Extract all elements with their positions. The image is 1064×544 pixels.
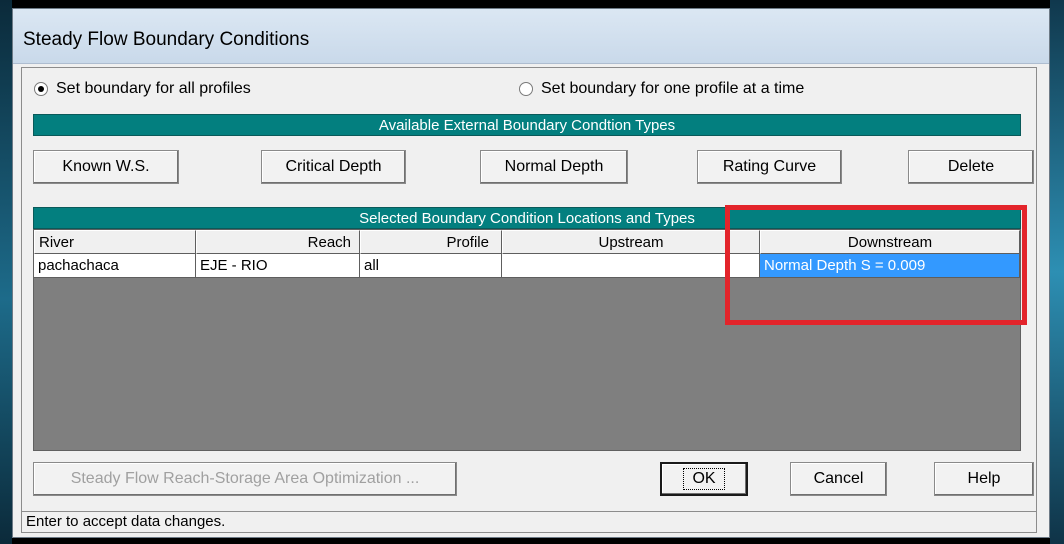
radio-all-profiles[interactable]: Set boundary for all profiles [34, 80, 251, 98]
ok-button[interactable]: OK [660, 462, 748, 496]
cancel-button[interactable]: Cancel [790, 462, 887, 496]
table-row[interactable]: pachachaca EJE - RIO all Normal Depth S … [34, 254, 1020, 278]
column-header-river[interactable]: River [34, 230, 196, 254]
window-title: Steady Flow Boundary Conditions [23, 29, 310, 50]
cell-upstream[interactable] [502, 254, 760, 278]
column-header-upstream[interactable]: Upstream [502, 230, 760, 254]
radio-unchecked-icon[interactable] [519, 82, 533, 96]
help-button[interactable]: Help [934, 462, 1034, 496]
dialog-content: Set boundary for all profiles Set bounda… [21, 67, 1037, 529]
selected-locations-band: Selected Boundary Condition Locations an… [33, 207, 1021, 229]
column-header-reach[interactable]: Reach [196, 230, 360, 254]
cell-downstream[interactable]: Normal Depth S = 0.009 [760, 254, 1020, 278]
desktop-background-right [1050, 0, 1064, 544]
dialog-window: Steady Flow Boundary Conditions Set boun… [12, 8, 1050, 538]
cell-river[interactable]: pachachaca [34, 254, 196, 278]
known-ws-button[interactable]: Known W.S. [33, 150, 179, 184]
status-bar: Enter to accept data changes. [21, 511, 1037, 533]
optimization-button[interactable]: Steady Flow Reach-Storage Area Optimizat… [33, 462, 457, 496]
boundary-conditions-table[interactable]: River Reach Profile Upstream Downstream … [33, 229, 1021, 451]
desktop-background-left [0, 0, 12, 544]
ok-button-label: OK [683, 468, 725, 490]
column-header-downstream[interactable]: Downstream [760, 230, 1020, 254]
column-header-profile[interactable]: Profile [360, 230, 502, 254]
rating-curve-button[interactable]: Rating Curve [697, 150, 842, 184]
available-types-band: Available External Boundary Condtion Typ… [33, 114, 1021, 136]
cell-reach[interactable]: EJE - RIO [196, 254, 360, 278]
normal-depth-button[interactable]: Normal Depth [480, 150, 628, 184]
cell-profile[interactable]: all [360, 254, 502, 278]
radio-one-profile[interactable]: Set boundary for one profile at a time [519, 80, 804, 98]
delete-button[interactable]: Delete [908, 150, 1034, 184]
table-header-row: River Reach Profile Upstream Downstream [34, 230, 1020, 254]
radio-all-profiles-label: Set boundary for all profiles [56, 80, 251, 97]
radio-checked-icon[interactable] [34, 82, 48, 96]
title-bar: Steady Flow Boundary Conditions [13, 9, 1049, 64]
radio-one-profile-label: Set boundary for one profile at a time [541, 80, 805, 97]
critical-depth-button[interactable]: Critical Depth [261, 150, 406, 184]
